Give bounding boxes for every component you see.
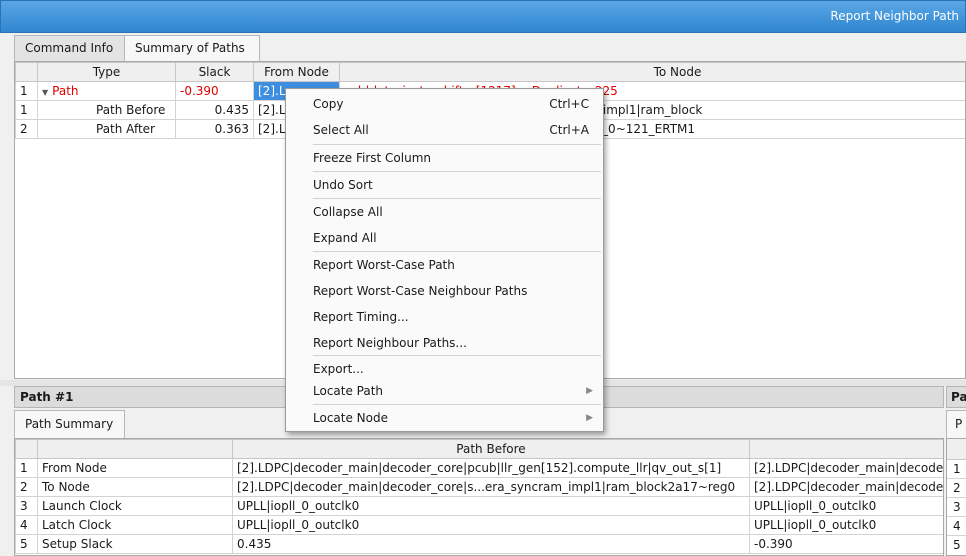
property-name: Setup Slack xyxy=(37,534,233,554)
second-path-panel: Pa P 1 2 3 4 5 xyxy=(946,386,966,556)
row-number: 2 xyxy=(15,119,38,139)
slack-cell: 0.435 xyxy=(175,100,254,120)
column-header-from-node[interactable]: From Node xyxy=(253,62,340,82)
table-row[interactable]: 2 To Node [2].LDPC|decoder_main|decoder_… xyxy=(15,477,943,497)
menu-item-expand-all[interactable]: Expand All xyxy=(286,225,603,251)
path-before-value: UPLL|iopll_0_outclk0 xyxy=(232,496,750,516)
row-number: 1 xyxy=(15,458,38,478)
row-number: 5 xyxy=(953,538,961,552)
path-before-value: 0.435 xyxy=(232,534,750,554)
row-number: 3 xyxy=(15,496,38,516)
row-number: 1 xyxy=(947,460,966,479)
column-header-slack[interactable]: Slack xyxy=(175,62,254,82)
menu-item-report-neighbour-paths[interactable]: Report Neighbour Paths... xyxy=(286,330,603,356)
tab-summary-of-paths[interactable]: Summary of Paths xyxy=(124,35,260,62)
tab-path-summary[interactable]: Path Summary xyxy=(14,410,125,438)
path-after-value: [2].LDPC|decoder_main|decode xyxy=(749,458,943,478)
menu-item-report-worst-case-path[interactable]: Report Worst-Case Path xyxy=(286,252,603,278)
type-cell: Path Before xyxy=(37,100,176,120)
row-number: 2 xyxy=(15,477,38,497)
row-number: 4 xyxy=(947,517,966,536)
second-path-table: 1 2 3 4 5 xyxy=(946,438,966,556)
table-row[interactable]: 3 Launch Clock UPLL|iopll_0_outclk0 UPLL… xyxy=(15,496,943,516)
table-row[interactable]: 5 Setup Slack 0.435 -0.390 xyxy=(15,534,943,554)
tab-second-path-summary[interactable]: P xyxy=(946,410,966,438)
row-number: 2 xyxy=(947,479,966,498)
menu-item-copy[interactable]: Copy Ctrl+C xyxy=(286,91,603,117)
column-header-type[interactable]: Type xyxy=(37,62,176,82)
property-name: Launch Clock xyxy=(37,496,233,516)
menu-item-collapse-all[interactable]: Collapse All xyxy=(286,199,603,225)
menu-item-locate-node[interactable]: Locate Node ▶ xyxy=(286,405,603,431)
window-title: Report Neighbor Path xyxy=(830,9,959,23)
table-row[interactable]: 4 Latch Clock UPLL|iopll_0_outclk0 UPLL|… xyxy=(15,515,943,535)
type-cell: Path After xyxy=(37,119,176,139)
tab-command-info[interactable]: Command Info xyxy=(14,35,125,61)
row-number: 4 xyxy=(15,515,38,535)
column-header-to-node[interactable]: To Node xyxy=(339,62,965,82)
second-path-panel-title: Pa xyxy=(946,386,966,408)
menu-item-report-worst-case-neighbour-paths[interactable]: Report Worst-Case Neighbour Paths xyxy=(286,278,603,304)
submenu-arrow-icon: ▶ xyxy=(586,413,593,423)
path-before-value: [2].LDPC|decoder_main|decoder_core|pcub|… xyxy=(232,458,750,478)
path-before-value: UPLL|iopll_0_outclk0 xyxy=(232,515,750,535)
column-header-name xyxy=(37,439,233,459)
menu-item-freeze-first-column[interactable]: Freeze First Column xyxy=(286,145,603,171)
slack-cell: 0.363 xyxy=(175,119,254,139)
row-number: 1 xyxy=(15,100,38,120)
type-cell: ▼ Path xyxy=(37,81,176,101)
path-after-value: UPLL|iopll_0_outclk0 xyxy=(749,496,943,516)
path-summary-table: Path Before 1 From Node [2].LDPC|decoder… xyxy=(14,438,944,556)
row-number: 3 xyxy=(947,498,966,517)
path-after-value: -0.390 xyxy=(749,534,943,554)
slack-cell: -0.390 xyxy=(175,81,254,101)
submenu-arrow-icon: ▶ xyxy=(586,386,593,396)
path-after-value: [2].LDPC|decoder_main|decode xyxy=(749,477,943,497)
summary-header-row: Type Slack From Node To Node xyxy=(15,62,965,82)
column-header-path-after[interactable] xyxy=(749,439,943,459)
row-number-header xyxy=(15,439,38,459)
menu-item-undo-sort[interactable]: Undo Sort xyxy=(286,172,603,198)
table-row[interactable]: 1 From Node [2].LDPC|decoder_main|decode… xyxy=(15,458,943,478)
path-summary-header-row: Path Before xyxy=(15,439,943,459)
menu-item-select-all[interactable]: Select All Ctrl+A xyxy=(286,117,603,143)
path-before-value: [2].LDPC|decoder_main|decoder_core|s...e… xyxy=(232,477,750,497)
window-title-bar: Report Neighbor Path xyxy=(0,0,966,33)
property-name: Latch Clock xyxy=(37,515,233,535)
menu-item-report-timing[interactable]: Report Timing... xyxy=(286,304,603,330)
path-after-value: UPLL|iopll_0_outclk0 xyxy=(749,515,943,535)
collapse-triangle-icon[interactable]: ▼ xyxy=(42,88,48,97)
menu-item-locate-path[interactable]: Locate Path ▶ xyxy=(286,378,603,404)
row-number-header xyxy=(15,62,38,82)
property-name: To Node xyxy=(37,477,233,497)
context-menu: Copy Ctrl+C Select All Ctrl+A Freeze First… xyxy=(285,88,604,432)
row-number: 1 xyxy=(15,81,38,101)
column-header-path-before[interactable]: Path Before xyxy=(232,439,750,459)
row-number: 5 xyxy=(15,534,38,554)
property-name: From Node xyxy=(37,458,233,478)
